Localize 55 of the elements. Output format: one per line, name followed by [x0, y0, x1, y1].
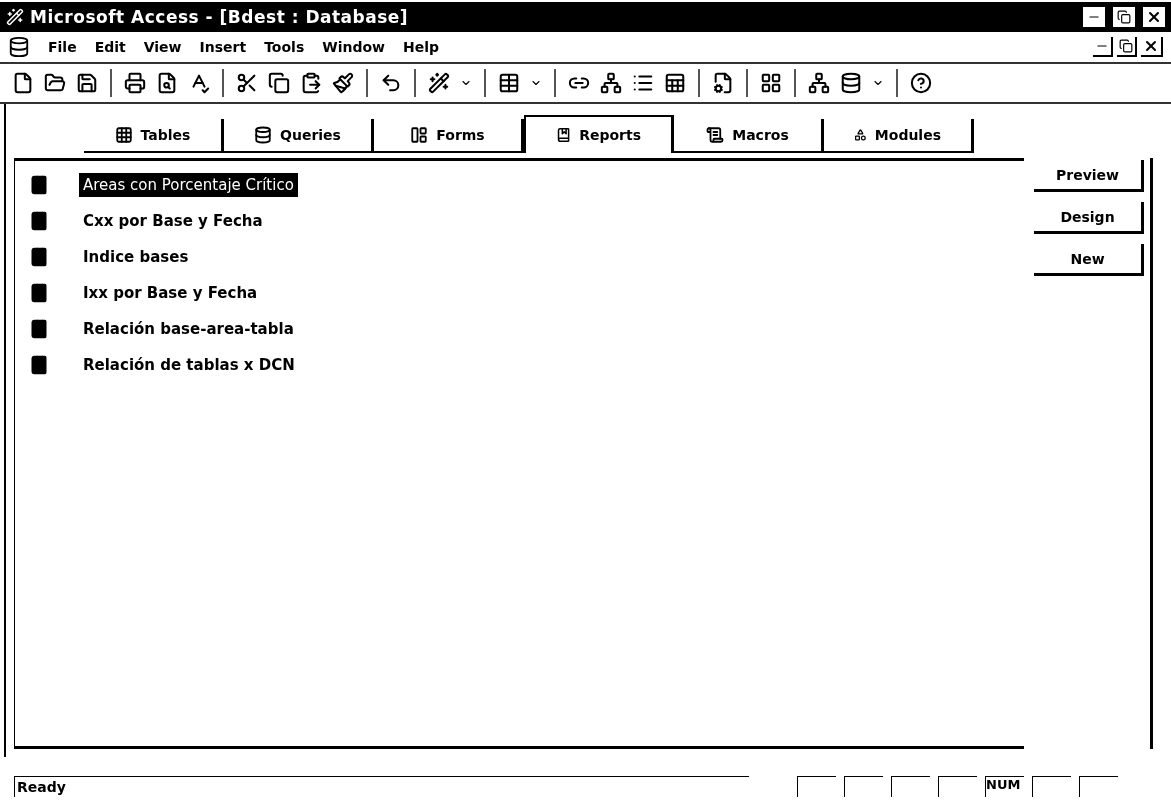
- report-icon: [29, 247, 49, 267]
- menu-item[interactable]: Insert: [199, 39, 247, 55]
- status-panel: [844, 776, 883, 797]
- tab[interactable]: Tables: [84, 119, 224, 153]
- toolbar-icon[interactable]: [496, 70, 522, 96]
- database-icon: [254, 126, 273, 144]
- status-panel: [797, 776, 836, 797]
- action-button[interactable]: New: [1034, 244, 1144, 276]
- menu-item[interactable]: Edit: [94, 39, 126, 55]
- toolbar-icon[interactable]: [838, 70, 864, 96]
- status-text: Ready: [14, 776, 749, 797]
- report-icon: [29, 319, 49, 339]
- layout-icon: [410, 126, 429, 144]
- menu-item[interactable]: Help: [403, 39, 440, 55]
- menu-item[interactable]: Tools: [264, 39, 305, 55]
- list-item[interactable]: Cxx por Base y Fecha: [79, 209, 267, 233]
- list-item[interactable]: Areas con Porcentaje Crítico: [79, 173, 298, 197]
- menu-item[interactable]: Window: [322, 39, 385, 55]
- report-icon: [29, 211, 49, 231]
- tab[interactable]: Queries: [224, 119, 374, 153]
- database-icon[interactable]: [8, 36, 30, 58]
- menu-item[interactable]: File: [48, 39, 77, 55]
- restore-button[interactable]: [1113, 7, 1135, 27]
- status-panel: [1032, 776, 1071, 797]
- close-button[interactable]: [1143, 7, 1165, 27]
- status-panel: [938, 776, 977, 797]
- status-indicator: NUM: [985, 776, 1024, 797]
- restore-icon: [1117, 10, 1131, 24]
- restore-icon: [1119, 39, 1133, 53]
- menu-item[interactable]: View: [143, 39, 182, 55]
- list-item[interactable]: Relación de tablas x DCN: [79, 353, 299, 377]
- grid-icon: [114, 126, 133, 144]
- app-icon: [6, 8, 24, 26]
- report-icon: [29, 355, 49, 375]
- scroll-icon: [706, 126, 725, 144]
- close-icon: [1146, 9, 1162, 25]
- tab[interactable]: Modules: [824, 119, 974, 153]
- window-title: Microsoft Access - [Bdest : Database]: [30, 7, 410, 27]
- action-button[interactable]: Preview: [1034, 160, 1144, 192]
- list-item[interactable]: Ixx por Base y Fecha: [79, 281, 262, 305]
- restore-button[interactable]: [1117, 37, 1137, 57]
- report-icon: [29, 175, 49, 195]
- tab[interactable]: Macros: [674, 119, 824, 153]
- action-button[interactable]: Design: [1034, 202, 1144, 234]
- status-panel: [891, 776, 930, 797]
- toolbar-icon[interactable]: [662, 70, 688, 96]
- book-icon: [556, 126, 572, 144]
- tab[interactable]: Forms: [374, 119, 524, 153]
- close-icon: [1143, 38, 1159, 54]
- list-item[interactable]: Relación base-area-tabla: [79, 317, 298, 341]
- tab[interactable]: Reports: [524, 115, 674, 153]
- toolbar-icon[interactable]: [266, 70, 292, 96]
- status-panel: [1079, 776, 1118, 797]
- list-item[interactable]: Indice bases: [79, 245, 193, 269]
- report-icon: [29, 283, 49, 303]
